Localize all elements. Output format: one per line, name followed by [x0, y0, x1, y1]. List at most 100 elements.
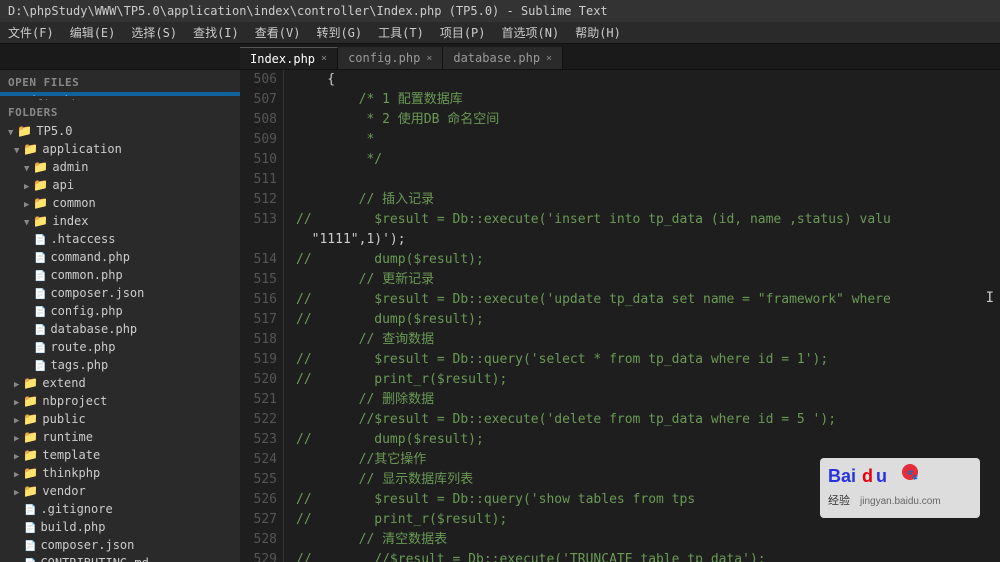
sidebar-file-tagsphp[interactable]: 📄tags.php [0, 356, 240, 374]
code-line: // 删除数据 [296, 390, 1000, 410]
code-line: // $result = Db::execute('insert into tp… [296, 210, 1000, 230]
code-line: // print_r($result); [296, 510, 1000, 530]
menu-item[interactable]: 查找(I) [185, 22, 247, 43]
sidebar: OPEN FILES Index.php config.php FOLDERS … [0, 70, 240, 562]
sidebar-file-composerjson[interactable]: 📄composer.json [0, 284, 240, 302]
line-number: 526 [240, 490, 277, 510]
line-number: 512 [240, 190, 277, 210]
menu-bar: 文件(F)编辑(E)选择(S)查找(I)查看(V)转到(G)工具(T)项目(P)… [0, 22, 1000, 44]
line-number: 525 [240, 470, 277, 490]
line-number: 506 [240, 70, 277, 90]
sidebar-folder-tp5.0[interactable]: ▼📁TP5.0 [0, 122, 240, 140]
line-number: 514 [240, 250, 277, 270]
menu-item[interactable]: 编辑(E) [62, 22, 124, 43]
menu-item[interactable]: 查看(V) [247, 22, 309, 43]
code-lines: { /* 1 配置数据库 * 2 使用DB 命名空间 * */ // 插入记录/… [284, 70, 1000, 562]
menu-item[interactable]: 项目(P) [432, 22, 494, 43]
sidebar-file-routephp[interactable]: 📄route.php [0, 338, 240, 356]
line-number: 520 [240, 370, 277, 390]
code-line: "1111",1)'); [296, 230, 1000, 250]
line-number: 523 [240, 430, 277, 450]
sidebar-file-commandphp[interactable]: 📄command.php [0, 248, 240, 266]
sidebar-folder-public[interactable]: ▶📁public [0, 410, 240, 428]
line-number: 519 [240, 350, 277, 370]
line-number: 507 [240, 90, 277, 110]
sidebar-folder-thinkphp[interactable]: ▶📁thinkphp [0, 464, 240, 482]
sidebar-folder-application[interactable]: ▼📁application [0, 140, 240, 158]
line-number: 515 [240, 270, 277, 290]
open-files-label: OPEN FILES [0, 70, 240, 92]
tab-close-icon[interactable]: × [321, 53, 327, 64]
sidebar-file-buildphp[interactable]: 📄build.php [0, 518, 240, 536]
menu-item[interactable]: 文件(F) [0, 22, 62, 43]
line-number: 511 [240, 170, 277, 190]
sidebar-file-configphp[interactable]: 📄config.php [0, 302, 240, 320]
line-number: 527 [240, 510, 277, 530]
code-line: // $result = Db::execute('update tp_data… [296, 290, 1000, 310]
sidebar-folder-api[interactable]: ▶📁api [0, 176, 240, 194]
folders-label: FOLDERS [0, 100, 240, 122]
sidebar-folder-nbproject[interactable]: ▶📁nbproject [0, 392, 240, 410]
title-text: D:\phpStudy\WWW\TP5.0\application\index\… [8, 4, 608, 18]
sidebar-file-commonphp[interactable]: 📄common.php [0, 266, 240, 284]
line-number: 508 [240, 110, 277, 130]
line-number: 521 [240, 390, 277, 410]
line-number: 517 [240, 310, 277, 330]
tab-Indexphp[interactable]: Index.php× [240, 47, 338, 69]
code-line: // dump($result); [296, 250, 1000, 270]
code-line: //$result = Db::execute('delete from tp_… [296, 410, 1000, 430]
tab-close-icon[interactable]: × [426, 53, 432, 64]
menu-item[interactable]: 选择(S) [123, 22, 185, 43]
sidebar-file-gitignore[interactable]: 📄.gitignore [0, 500, 240, 518]
code-line: //其它操作 [296, 450, 1000, 470]
code-line: // 插入记录 [296, 190, 1000, 210]
code-line: // print_r($result); [296, 370, 1000, 390]
sidebar-folder-common[interactable]: ▶📁common [0, 194, 240, 212]
line-number [240, 230, 277, 250]
code-line [296, 170, 1000, 190]
menu-item[interactable]: 帮助(H) [567, 22, 629, 43]
tab-databasephp[interactable]: database.php× [443, 47, 563, 69]
menu-item[interactable]: 转到(G) [308, 22, 370, 43]
code-content: 5065075085095105115125135145155165175185… [240, 70, 1000, 562]
sidebar-folder-extend[interactable]: ▶📁extend [0, 374, 240, 392]
sidebar-file-composerjson[interactable]: 📄composer.json [0, 536, 240, 554]
title-bar: D:\phpStudy\WWW\TP5.0\application\index\… [0, 0, 1000, 22]
code-line: // 更新记录 [296, 270, 1000, 290]
cursor-icon: I [986, 290, 994, 306]
sidebar-file-databasephp[interactable]: 📄database.php [0, 320, 240, 338]
sidebar-folder-admin[interactable]: ▼📁admin [0, 158, 240, 176]
line-number: 522 [240, 410, 277, 430]
code-line: * 2 使用DB 命名空间 [296, 110, 1000, 130]
code-line: { [296, 70, 1000, 90]
menu-item[interactable]: 首选项(N) [494, 22, 568, 43]
sidebar-tree: ▼📁TP5.0▼📁application▼📁admin▶📁api▶📁common… [0, 122, 240, 562]
code-line: // dump($result); [296, 310, 1000, 330]
sidebar-folder-index[interactable]: ▼📁index [0, 212, 240, 230]
code-line: * [296, 130, 1000, 150]
line-number: 518 [240, 330, 277, 350]
line-numbers: 5065075085095105115125135145155165175185… [240, 70, 284, 562]
code-line: // //$result = Db::execute('TRUNCATE tab… [296, 550, 1000, 562]
code-line: // dump($result); [296, 430, 1000, 450]
code-line: // 显示数据库列表 [296, 470, 1000, 490]
sidebar-file-CONTRIBUTINGmd[interactable]: 📄CONTRIBUTING.md [0, 554, 240, 562]
code-line: */ [296, 150, 1000, 170]
code-line: // 查询数据 [296, 330, 1000, 350]
tab-close-icon[interactable]: × [546, 53, 552, 64]
main-layout: OPEN FILES Index.php config.php FOLDERS … [0, 70, 1000, 562]
sidebar-folder-runtime[interactable]: ▶📁runtime [0, 428, 240, 446]
sidebar-folder-vendor[interactable]: ▶📁vendor [0, 482, 240, 500]
code-area[interactable]: 5065075085095105115125135145155165175185… [240, 70, 1000, 562]
line-number: 529 [240, 550, 277, 562]
line-number: 510 [240, 150, 277, 170]
sidebar-file-htaccess[interactable]: 📄.htaccess [0, 230, 240, 248]
line-number: 528 [240, 530, 277, 550]
sidebar-folder-template[interactable]: ▶📁template [0, 446, 240, 464]
tab-configphp[interactable]: config.php× [338, 47, 443, 69]
tabs-row: Index.php×config.php×database.php× [0, 44, 1000, 70]
code-line: // 清空数据表 [296, 530, 1000, 550]
menu-item[interactable]: 工具(T) [370, 22, 432, 43]
line-number: 524 [240, 450, 277, 470]
line-number: 509 [240, 130, 277, 150]
